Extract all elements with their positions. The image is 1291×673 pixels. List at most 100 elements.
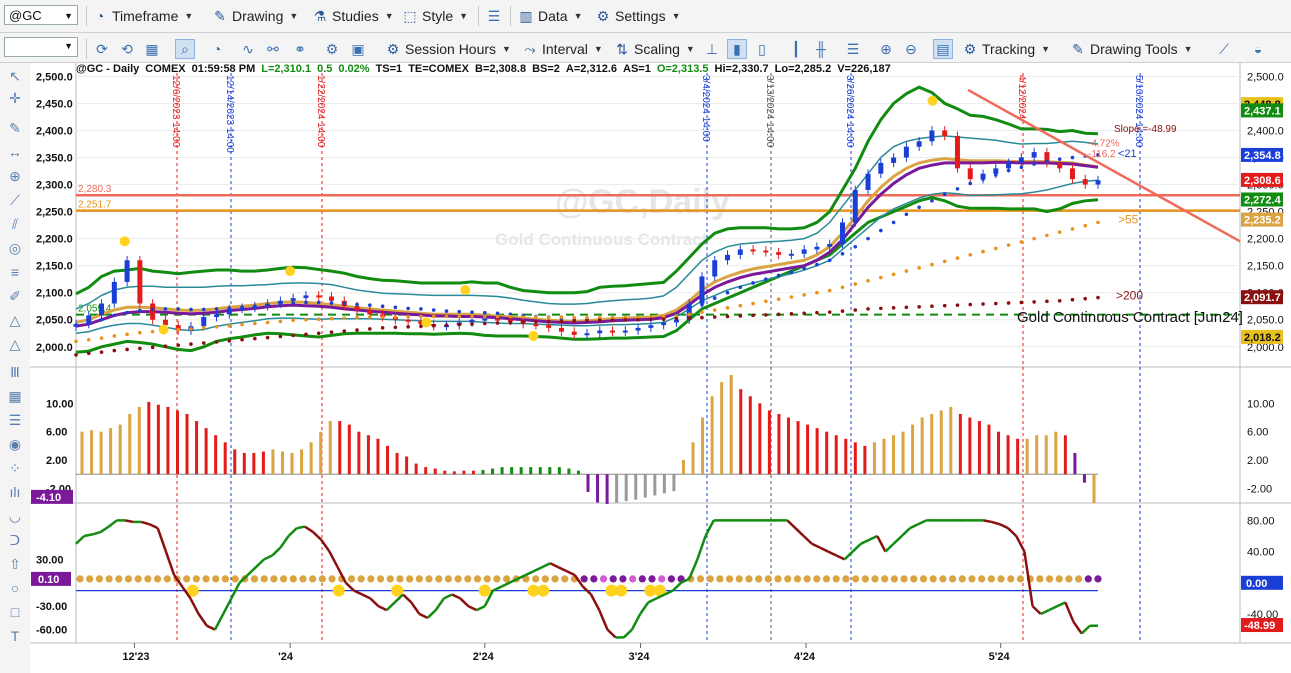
studies-menu[interactable]: ⚗ Studies ▼ (312, 5, 394, 27)
osc-signal-dot (231, 575, 239, 583)
hist-bar (681, 460, 685, 475)
price-tick-right: 2,500.0 (1247, 71, 1284, 83)
hist-bar (834, 435, 838, 475)
candle-body (533, 324, 539, 327)
style-menu[interactable]: ⬚ Style ▼ (402, 5, 468, 27)
ma-dot (240, 322, 244, 327)
hist-bar (185, 413, 189, 475)
osc-signal-dot (822, 575, 831, 583)
price-label-text: 2,437.1 (1244, 105, 1281, 117)
ma-dot (86, 337, 91, 342)
tracking-menu[interactable]: ⚙ Tracking ▼ (962, 38, 1050, 60)
osc-signal-dot (192, 575, 200, 583)
layout-icon[interactable]: ☰ (843, 39, 863, 59)
ma21-label: <21 (1118, 148, 1137, 160)
header-ts: TS=1 (375, 63, 403, 75)
osc-signal-dot (454, 575, 462, 583)
ma-dot (891, 272, 896, 277)
osc-signal-dot (755, 575, 763, 583)
cube-icon[interactable]: ▣ (348, 39, 368, 59)
ohlc-icon[interactable]: ╫ (811, 39, 831, 59)
data-menu[interactable]: ▥ Data ▼ (518, 5, 582, 27)
wave-icon[interactable]: ∿ (238, 39, 258, 59)
osc-signal-dot (764, 575, 772, 583)
hollow-candle-icon[interactable]: ▯ (752, 39, 772, 59)
ma-dot (955, 303, 960, 307)
line-tool-icon[interactable]: ⟋ (1214, 39, 1234, 59)
hist-bar (911, 424, 915, 475)
ma-dot (368, 327, 372, 331)
hist-bar (481, 469, 485, 475)
timeframe-menu[interactable]: ◔ Timeframe ▼ (92, 5, 194, 27)
interval-menu[interactable]: ⤳ Interval ▼ (522, 38, 602, 60)
osc-signal-dot (1075, 575, 1083, 583)
session-hours-menu[interactable]: ⚙ Session Hours ▼ (385, 38, 511, 60)
ma-dot (700, 315, 704, 320)
ma-dot (483, 310, 487, 315)
chevron-down-icon: ▼ (184, 11, 194, 21)
ma-dot (265, 303, 270, 307)
ma-dot (253, 304, 257, 309)
zoom-out-icon[interactable]: ⊖ (901, 39, 921, 59)
osc-signal-dot (444, 575, 453, 583)
speedometer-icon[interactable]: ◒ (1248, 39, 1268, 59)
ma-dot (981, 249, 985, 254)
chart-area[interactable]: @GC,Daily Gold Continuous Contract 12/6/2… (0, 63, 1291, 673)
symbol-input[interactable]: @GC ▼ (4, 5, 78, 25)
osc-signal-dot (813, 575, 821, 583)
pattern-icon[interactable]: ⚯ (263, 39, 283, 59)
ma-dot (342, 301, 347, 306)
hist-bar (691, 442, 695, 475)
time-tick-label: '24 (278, 651, 294, 663)
osc-signal-dot (968, 575, 976, 583)
bar-chart-icon[interactable]: ⊥ (702, 39, 722, 59)
hist-bar (872, 442, 876, 475)
drawing-tools-menu[interactable]: ✎ Drawing Tools ▼ (1070, 38, 1192, 60)
price-tick-left: 2,200.0 (36, 234, 73, 246)
candle-body (303, 295, 309, 299)
ma-dot (329, 301, 334, 305)
scaling-menu[interactable]: ⇅ Scaling ▼ (614, 38, 695, 60)
ma-dot (636, 317, 640, 322)
ma-dot (610, 318, 615, 323)
ma-dot (189, 342, 193, 346)
grid-icon[interactable]: ▦ (142, 39, 162, 59)
ma-dot (495, 314, 500, 319)
osc-signal-dot (309, 575, 317, 583)
zoom-in-icon[interactable]: ⊕ (876, 39, 896, 59)
ma-dot (930, 198, 934, 203)
template-dropdown[interactable]: ▼ (4, 37, 78, 57)
swing-point (528, 330, 539, 341)
data-window-icon[interactable]: ⌕ (175, 39, 195, 59)
drawing-menu[interactable]: ✎ Drawing ▼ (212, 5, 298, 27)
hist-bar (261, 451, 265, 475)
keyboard-icon[interactable]: ▤ (933, 39, 953, 59)
candle-body (290, 298, 296, 301)
osc-signal-dot (153, 575, 162, 583)
toolbar-divider (86, 6, 87, 26)
ma-dot (253, 336, 257, 341)
osc-signal-dot (347, 575, 356, 583)
refresh-icon[interactable]: ⟳ (92, 39, 112, 59)
osc-signal-dot (464, 575, 472, 583)
vertical-marker-label: 3/4/2024 14:00 (700, 75, 711, 142)
candlestick-icon[interactable]: ▮ (727, 39, 747, 59)
ma-dot (214, 340, 219, 344)
timer-icon[interactable]: ◔ (207, 39, 227, 59)
vertical-marker-label: 5/10/2024 14:00 (1133, 75, 1144, 148)
hist-bar (1063, 435, 1067, 475)
hist-bar (786, 417, 790, 475)
volume-bars-icon[interactable]: ┃ (786, 39, 806, 59)
osc-signal-dot (987, 575, 995, 583)
tools-icon[interactable]: ⚙ (322, 39, 342, 59)
price-tick-right: 2,400.0 (1247, 125, 1284, 137)
ma-dot (942, 303, 947, 308)
candle-body (954, 135, 960, 169)
refresh-all-icon[interactable]: ⟲ (117, 39, 137, 59)
layout-icon[interactable]: ☰ (484, 6, 504, 26)
candle-body (1057, 162, 1063, 169)
settings-menu[interactable]: ⚙ Settings ▼ (595, 5, 681, 27)
ma-dot (891, 220, 896, 225)
ma-dot (764, 277, 768, 281)
compare-icon[interactable]: ⚭ (290, 39, 310, 59)
